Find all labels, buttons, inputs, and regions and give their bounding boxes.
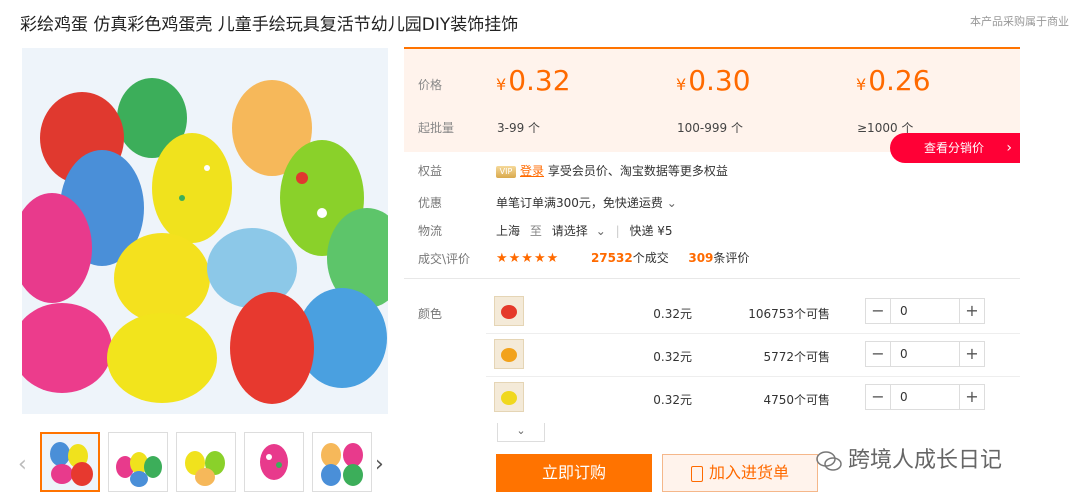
promo-row[interactable]: 单笔订单满300元，免快递运费 ⌄	[496, 194, 677, 211]
increase-button[interactable]: +	[959, 299, 984, 323]
thumbnail-next-arrow[interactable]: ›	[375, 452, 384, 477]
quantity-value[interactable]: 0	[900, 347, 908, 361]
row-divider	[486, 333, 1020, 334]
clipboard-icon	[690, 465, 703, 482]
section-divider	[404, 278, 1020, 279]
variant-price-1: 0.32元	[653, 307, 692, 321]
product-main-image[interactable]	[22, 48, 388, 414]
deals-unit: 个成交	[632, 251, 669, 265]
price-label: 价格	[418, 78, 443, 92]
shipping-fee: 快递 ¥5	[629, 224, 673, 238]
variant-price-3: 0.32元	[653, 393, 692, 407]
benefit-label: 权益	[418, 164, 443, 178]
to-label: 至	[529, 224, 542, 238]
chevron-down-icon: ⌄	[595, 224, 606, 238]
chevron-down-icon: ⌄	[516, 424, 526, 437]
variant-stock-1: 106753个可售	[748, 307, 830, 321]
variant-swatch-2[interactable]	[494, 339, 524, 369]
benefit-row: VIP 登录 享受会员价、淘宝数据等更多权益	[496, 162, 728, 179]
moq-label: 起批量	[418, 121, 455, 135]
reviews-count[interactable]: 309	[688, 251, 713, 265]
decrease-button[interactable]: −	[866, 385, 891, 409]
origin-city: 上海	[496, 224, 521, 238]
thumbnail-prev-arrow[interactable]: ‹	[18, 452, 27, 477]
tier-price-1: ¥0.32	[496, 64, 571, 97]
watermark: 跨境人成长日记	[816, 442, 1002, 474]
thumbnail-4[interactable]	[244, 432, 304, 492]
swatch-egg	[501, 305, 517, 319]
buy-now-button[interactable]: 立即订购	[496, 454, 652, 492]
tier-price-2: ¥0.30	[676, 64, 751, 97]
view-distribution-price-button[interactable]: 查看分销价 ›	[890, 133, 1020, 163]
deals-label: 成交\评价	[418, 252, 471, 266]
quantity-value[interactable]: 0	[900, 304, 908, 318]
wechat-icon	[816, 450, 842, 472]
quantity-stepper-2: − 0 +	[865, 341, 985, 367]
variant-stock-3: 4750个可售	[763, 393, 830, 407]
decrease-button[interactable]: −	[866, 342, 891, 366]
reviews-unit: 条评价	[713, 251, 750, 265]
tier-range-2: 100-999 个	[677, 121, 743, 135]
chevron-right-icon: ›	[1006, 140, 1012, 156]
promo-text: 单笔订单满300元，免快递运费	[496, 196, 663, 210]
quantity-stepper-1: − 0 +	[865, 298, 985, 324]
color-label: 颜色	[418, 307, 443, 321]
increase-button[interactable]: +	[959, 342, 984, 366]
variant-price-2: 0.32元	[653, 350, 692, 364]
thumbnail-2[interactable]	[108, 432, 168, 492]
row-divider	[486, 376, 1020, 377]
vip-icon: VIP	[496, 165, 516, 178]
expand-variants-button[interactable]: ⌄	[497, 423, 545, 442]
thumbnail-1[interactable]	[40, 432, 100, 492]
purchase-notice: 本产品采购属于商业	[970, 15, 1069, 28]
benefit-text: 享受会员价、淘宝数据等更多权益	[547, 164, 728, 178]
destination-select[interactable]: 请选择 ⌄	[552, 224, 606, 238]
add-to-cart-button[interactable]: 加入进货单	[662, 454, 818, 492]
increase-button[interactable]: +	[959, 385, 984, 409]
logistics-row: 上海 至 请选择 ⌄ | 快递 ¥5	[496, 224, 673, 238]
swatch-egg	[501, 348, 517, 362]
chevron-down-icon: ⌄	[666, 196, 677, 210]
promo-label: 优惠	[418, 196, 443, 210]
rating-stars: ★★★★★	[496, 251, 560, 266]
thumbnail-5[interactable]	[312, 432, 372, 492]
thumbnail-3[interactable]	[176, 432, 236, 492]
swatch-egg	[501, 391, 517, 405]
variant-swatch-1[interactable]	[494, 296, 524, 326]
variant-stock-2: 5772个可售	[763, 350, 830, 364]
tier-price-3: ¥0.26	[856, 64, 931, 97]
login-link[interactable]: 登录	[520, 164, 544, 178]
quantity-stepper-3: − 0 +	[865, 384, 985, 410]
product-title: 彩绘鸡蛋 仿真彩色鸡蛋壳 儿童手绘玩具复活节幼儿园DIY装饰挂饰	[20, 15, 519, 35]
tier-range-1: 3-99 个	[497, 121, 541, 135]
logistics-label: 物流	[418, 224, 443, 238]
variant-swatch-3[interactable]	[494, 382, 524, 412]
deals-count[interactable]: 27532	[591, 251, 633, 265]
deals-row: ★★★★★ 27532个成交 309条评价	[496, 249, 749, 266]
decrease-button[interactable]: −	[866, 299, 891, 323]
quantity-value[interactable]: 0	[900, 390, 908, 404]
